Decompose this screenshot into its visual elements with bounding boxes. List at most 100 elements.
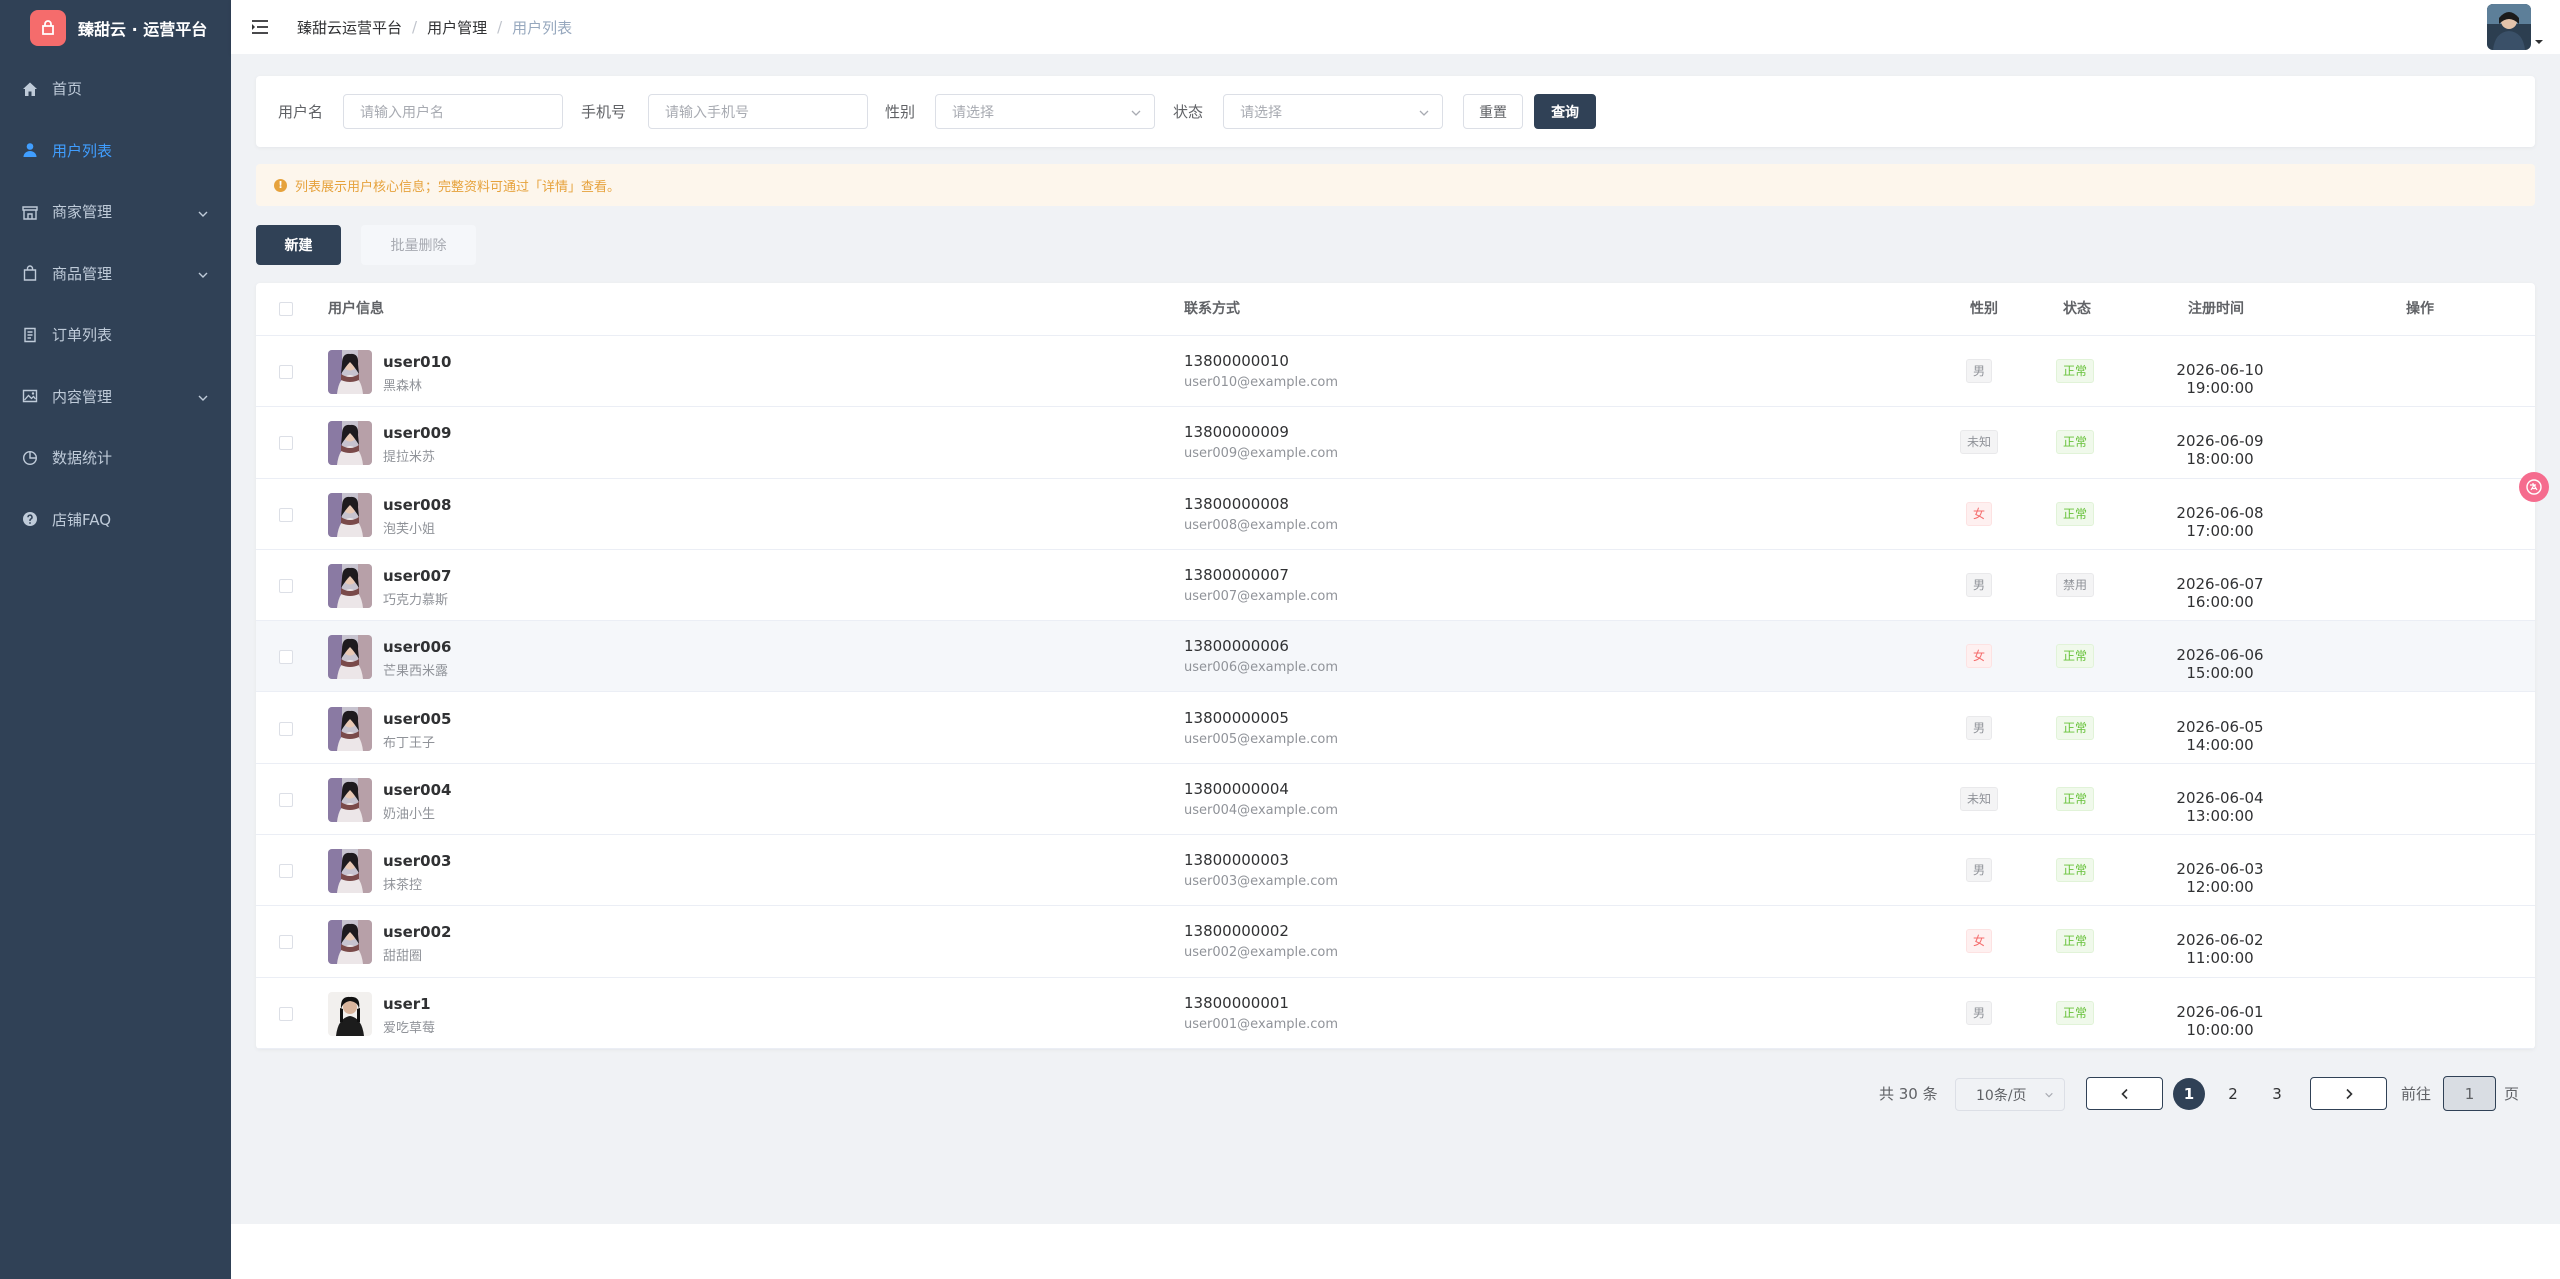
batch-delete-button[interactable]: 批量删除 bbox=[361, 225, 476, 265]
phone: 13800000007 bbox=[1184, 565, 1289, 584]
user-menu[interactable] bbox=[2487, 4, 2544, 50]
phone: 13800000006 bbox=[1184, 637, 1289, 656]
row-checkbox[interactable] bbox=[279, 721, 293, 736]
phone: 13800000004 bbox=[1184, 779, 1289, 798]
reg-time: 2026-06-04 13:00:00 bbox=[2176, 788, 2264, 825]
goto-page-input[interactable]: 1 bbox=[2443, 1076, 2496, 1111]
phone: 13800000003 bbox=[1184, 851, 1289, 870]
info-icon: ! bbox=[274, 178, 287, 192]
nickname: 甜甜圈 bbox=[383, 949, 423, 965]
avatar[interactable] bbox=[2487, 4, 2531, 50]
next-page-button[interactable] bbox=[2310, 1077, 2387, 1110]
reg-time: 2026-06-08 17:00:00 bbox=[2176, 503, 2264, 540]
sidebar-item-label: 内容管理 bbox=[52, 387, 113, 406]
prev-page-button[interactable] bbox=[2086, 1077, 2163, 1110]
reg-time: 2026-06-06 15:00:00 bbox=[2176, 646, 2264, 683]
username: user008 bbox=[383, 495, 452, 514]
table-row: user006 芒果西米露 13800000006 user006@example.c… bbox=[256, 621, 2535, 693]
select-all-checkbox[interactable] bbox=[279, 302, 293, 316]
phone: 13800000002 bbox=[1184, 922, 1289, 941]
alert-text: 列表展示用户核心信息；完整资料可通过「详情」查看。 bbox=[295, 179, 621, 195]
gender-select[interactable]: 请选择 bbox=[935, 94, 1156, 129]
nickname: 布丁王子 bbox=[383, 735, 436, 751]
sidebar-item-merchant[interactable]: 商家管理 bbox=[0, 181, 231, 243]
bag-icon bbox=[20, 263, 40, 283]
page-size-value: 10条/页 bbox=[1976, 1087, 2027, 1104]
col-gender: 性别 bbox=[1970, 301, 1998, 317]
page-2[interactable]: 2 bbox=[2217, 1078, 2249, 1110]
reset-button[interactable]: 重置 bbox=[1463, 94, 1524, 129]
home-icon bbox=[20, 79, 40, 99]
row-checkbox[interactable] bbox=[279, 436, 293, 451]
status-badge: 正常 bbox=[2056, 929, 2095, 954]
username: user004 bbox=[383, 780, 452, 799]
app-logo[interactable]: 臻甜云 · 运营平台 bbox=[0, 0, 231, 56]
row-checkbox[interactable] bbox=[279, 578, 293, 593]
status-select[interactable]: 请选择 bbox=[1223, 94, 1444, 129]
sidebar-item-label: 订单列表 bbox=[52, 326, 113, 345]
email: user007@example.com bbox=[1184, 588, 1339, 604]
phone-label: 手机号 bbox=[581, 103, 627, 121]
nickname: 奶油小生 bbox=[383, 806, 436, 822]
username: user1 bbox=[383, 994, 431, 1013]
sidebar-item-orders[interactable]: 订单列表 bbox=[0, 304, 231, 366]
row-checkbox[interactable] bbox=[279, 935, 293, 950]
row-checkbox[interactable] bbox=[279, 1006, 293, 1021]
sidebar-item-statistics[interactable]: 数据统计 bbox=[0, 427, 231, 489]
row-checkbox[interactable] bbox=[279, 864, 293, 879]
row-checkbox[interactable] bbox=[279, 650, 293, 665]
avatar bbox=[328, 421, 372, 466]
username-input[interactable]: 请输入用户名 bbox=[343, 94, 564, 129]
table-row: user010 黑森林 13800000010 user010@example.com… bbox=[256, 336, 2535, 408]
status-badge: 正常 bbox=[2056, 858, 2095, 883]
new-button[interactable]: 新建 bbox=[256, 225, 341, 265]
page-1[interactable]: 1 bbox=[2173, 1078, 2205, 1110]
phone: 13800000010 bbox=[1184, 352, 1289, 370]
image-icon bbox=[20, 386, 40, 406]
sidebar-item-faq[interactable]: 店铺FAQ bbox=[0, 489, 231, 551]
sidebar-menu: 首页 用户列表 商家管理 商品管理 订单列表 内容管理 数据统计 店铺FAQ bbox=[0, 58, 231, 550]
row-checkbox[interactable] bbox=[279, 792, 293, 807]
status-badge: 正常 bbox=[2056, 1000, 2095, 1025]
translate-icon[interactable] bbox=[2519, 472, 2549, 502]
caret-down-icon[interactable] bbox=[2534, 38, 2544, 46]
breadcrumb-item-platform[interactable]: 臻甜云运营平台 bbox=[297, 17, 402, 38]
sidebar: 臻甜云 · 运营平台 首页 用户列表 商家管理 商品管理 订单列表 内容管理 数… bbox=[0, 0, 231, 1279]
sidebar-item-content[interactable]: 内容管理 bbox=[0, 366, 231, 428]
breadcrumb-item-user-management[interactable]: 用户管理 bbox=[427, 17, 487, 38]
table-header: 用户信息 联系方式 性别 状态 注册时间 操作 bbox=[256, 283, 2535, 336]
user-icon bbox=[20, 140, 40, 160]
nickname: 芒果西米露 bbox=[383, 664, 449, 680]
sidebar-item-label: 商品管理 bbox=[52, 264, 113, 283]
col-reg-time: 注册时间 bbox=[2188, 301, 2244, 317]
filter-form: 用户名 请输入用户名 手机号 请输入手机号 性别 请选择 状态 请选择 重置 查… bbox=[256, 76, 2535, 147]
table-row: user004 奶油小生 13800000004 user004@example.co… bbox=[256, 764, 2535, 836]
gender-tag: 女 bbox=[1966, 929, 1993, 954]
breadcrumb-item-user-list: 用户列表 bbox=[512, 18, 573, 37]
pie-chart-icon bbox=[20, 448, 40, 468]
gender-tag: 未知 bbox=[1960, 786, 1999, 811]
reg-time: 2026-06-03 12:00:00 bbox=[2176, 860, 2264, 897]
main-content: 用户名 请输入用户名 手机号 请输入手机号 性别 请选择 状态 请选择 重置 查… bbox=[231, 54, 2560, 1224]
menu-toggle-icon[interactable] bbox=[249, 16, 271, 38]
avatar bbox=[328, 492, 372, 537]
chevron-down-icon bbox=[197, 267, 209, 285]
col-status: 状态 bbox=[2063, 301, 2091, 317]
nickname: 黑森林 bbox=[383, 379, 423, 394]
sidebar-item-home[interactable]: 首页 bbox=[0, 58, 231, 120]
email: user010@example.com bbox=[1184, 375, 1339, 390]
page-3[interactable]: 3 bbox=[2261, 1078, 2293, 1110]
nickname: 巧克力慕斯 bbox=[383, 592, 449, 608]
nickname: 提拉米苏 bbox=[383, 450, 436, 466]
sidebar-item-goods[interactable]: 商品管理 bbox=[0, 243, 231, 305]
avatar bbox=[328, 635, 372, 680]
store-icon bbox=[20, 202, 40, 222]
phone-input[interactable]: 请输入手机号 bbox=[648, 94, 869, 129]
sidebar-item-user-list[interactable]: 用户列表 bbox=[0, 120, 231, 182]
row-checkbox[interactable] bbox=[279, 365, 293, 379]
page-size-select[interactable]: 10条/页 bbox=[1955, 1078, 2065, 1111]
row-checkbox[interactable] bbox=[279, 507, 293, 522]
email: user001@example.com bbox=[1184, 1016, 1339, 1032]
status-badge: 禁用 bbox=[2056, 572, 2095, 597]
query-button[interactable]: 查询 bbox=[1534, 94, 1597, 129]
